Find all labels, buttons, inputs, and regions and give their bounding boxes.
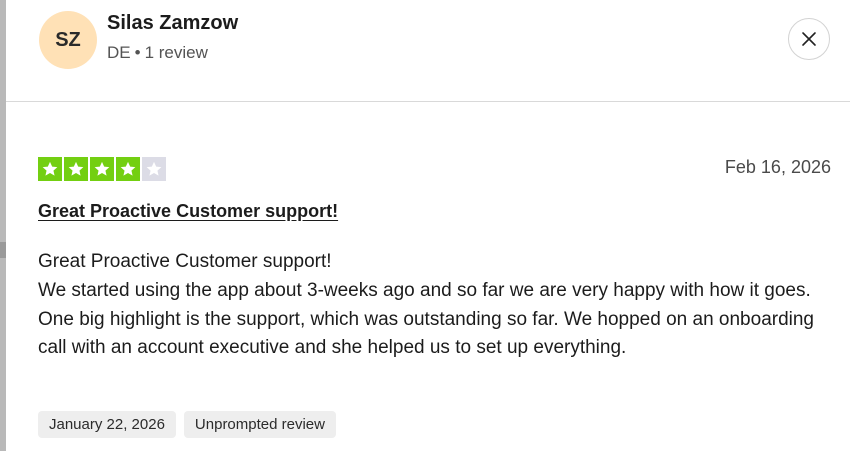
- review-body: Great Proactive Customer support! We sta…: [38, 248, 828, 363]
- star-rating: [38, 157, 166, 181]
- star-filled-icon: [38, 157, 62, 181]
- review-date: Feb 16, 2026: [724, 157, 831, 177]
- reviewer-country: DE: [107, 43, 131, 62]
- close-button[interactable]: [788, 18, 830, 60]
- star-filled-icon: [116, 157, 140, 181]
- review-body-line: Great Proactive Customer support!: [38, 251, 332, 272]
- review-body-line: We started using the app about 3-weeks a…: [38, 279, 815, 359]
- star-empty-icon: [142, 157, 166, 181]
- star-filled-icon: [90, 157, 114, 181]
- reviewer-name[interactable]: Silas Zamzow: [107, 12, 238, 35]
- review-tags: January 22, 2026 Unprompted review: [38, 411, 336, 438]
- avatar: SZ: [39, 11, 97, 69]
- unprompted-review-tag: Unprompted review: [183, 411, 336, 438]
- close-icon: [802, 32, 816, 46]
- meta-separator: •: [134, 43, 141, 62]
- reviewer-meta: DE • 1 review: [107, 43, 208, 63]
- experience-date-tag: January 22, 2026: [38, 411, 176, 438]
- review-title-link[interactable]: Great Proactive Customer support!: [38, 201, 338, 222]
- review-count: 1 review: [144, 43, 208, 62]
- reviewer-header: SZ Silas Zamzow DE • 1 review: [6, 0, 850, 102]
- star-filled-icon: [64, 157, 88, 181]
- background-edge-mark: [0, 242, 6, 258]
